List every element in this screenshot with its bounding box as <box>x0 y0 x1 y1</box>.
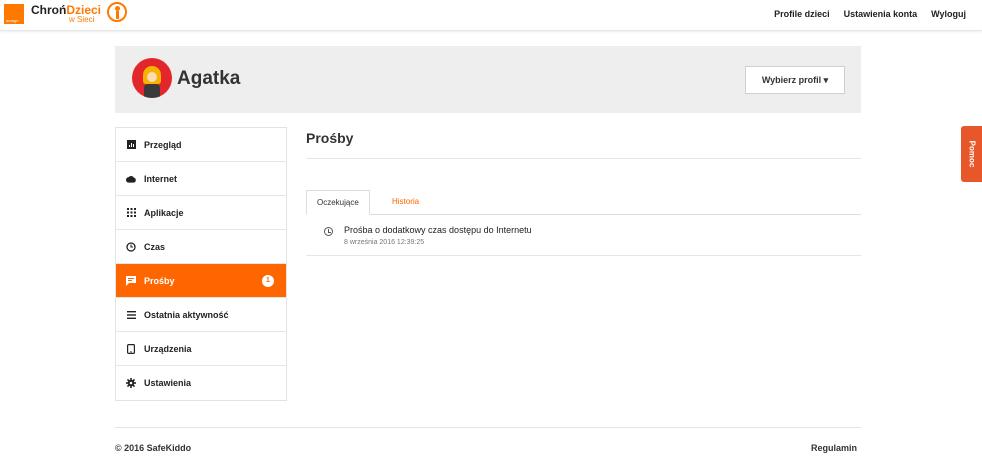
sidebar-item-label: Ustawienia <box>144 378 192 388</box>
profile-name: Agatka <box>177 68 241 89</box>
nav-account-settings-link[interactable]: Ustawienia konta <box>844 9 918 19</box>
cloud-icon <box>126 174 136 184</box>
avatar <box>132 58 172 98</box>
gear-icon <box>126 378 136 388</box>
sidebar-item-overview[interactable]: Przegląd <box>116 128 286 162</box>
sidebar-item-apps[interactable]: Aplikacje <box>116 196 286 230</box>
top-nav: Profile dzieci Ustawienia konta Wyloguj <box>774 9 966 19</box>
divider <box>115 427 861 428</box>
sidebar-item-label: Urządzenia <box>144 343 192 354</box>
nav-profiles-link[interactable]: Profile dzieci <box>774 9 830 19</box>
brand-name-part1: Chroń <box>31 3 67 17</box>
copyright: © 2016 SafeKiddo <box>115 443 192 453</box>
choose-profile-button[interactable]: Wybierz profil ▾ <box>745 66 845 94</box>
sidebar-item-label: Prośby <box>144 275 175 286</box>
sidebar-item-recent-activity[interactable]: Ostatnia aktywność <box>116 298 286 332</box>
list-icon <box>126 310 136 320</box>
overview-icon <box>126 140 136 150</box>
orange-logo[interactable]: orange <box>4 4 24 24</box>
orange-tag: orange <box>6 18 19 23</box>
terms-link[interactable]: Regulamin <box>811 443 857 453</box>
brand-subtitle: w Sieci <box>69 15 95 24</box>
clock-icon <box>324 227 333 236</box>
message-icon <box>126 275 136 286</box>
list-item[interactable]: Prośba o dodatkowy czas dostępu do Inter… <box>306 220 861 256</box>
request-date: 8 września 2016 12:39:25 <box>344 239 425 246</box>
sidebar: Przegląd Internet Aplikacje Czas Prośby … <box>115 127 287 401</box>
sidebar-item-label: Internet <box>144 173 178 184</box>
sidebar-item-settings[interactable]: Ustawienia <box>116 366 286 400</box>
child-figure-icon <box>107 2 127 22</box>
profile-header: Agatka Wybierz profil ▾ <box>115 46 861 113</box>
sidebar-item-time[interactable]: Czas <box>116 230 286 264</box>
sidebar-item-label: Aplikacje <box>144 207 184 218</box>
page-title: Prośby <box>306 130 354 146</box>
tab-history[interactable]: Historia <box>382 190 429 215</box>
help-tab[interactable]: Pomoc <box>961 126 982 182</box>
requests-count-badge: 1 <box>262 275 274 287</box>
sidebar-item-devices[interactable]: Urządzenia <box>116 332 286 366</box>
sidebar-item-label: Przegląd <box>144 139 182 150</box>
clock-icon <box>126 241 136 252</box>
request-title: Prośba o dodatkowy czas dostępu do Inter… <box>344 225 532 235</box>
sidebar-item-internet[interactable]: Internet <box>116 162 286 196</box>
tab-pending[interactable]: Oczekujące <box>306 190 370 215</box>
top-bar: orange ChrońDzieci w Sieci Profile dziec… <box>0 0 982 31</box>
apps-grid-icon <box>126 208 136 218</box>
sidebar-item-label: Czas <box>144 241 166 252</box>
phone-icon <box>126 343 136 354</box>
tabs: Oczekujące Historia <box>306 190 861 215</box>
help-label: Pomoc <box>967 140 976 168</box>
divider <box>306 158 861 159</box>
sidebar-item-label: Ostatnia aktywność <box>144 309 229 320</box>
nav-logout-link[interactable]: Wyloguj <box>931 9 966 19</box>
sidebar-item-requests[interactable]: Prośby 1 <box>116 264 286 298</box>
